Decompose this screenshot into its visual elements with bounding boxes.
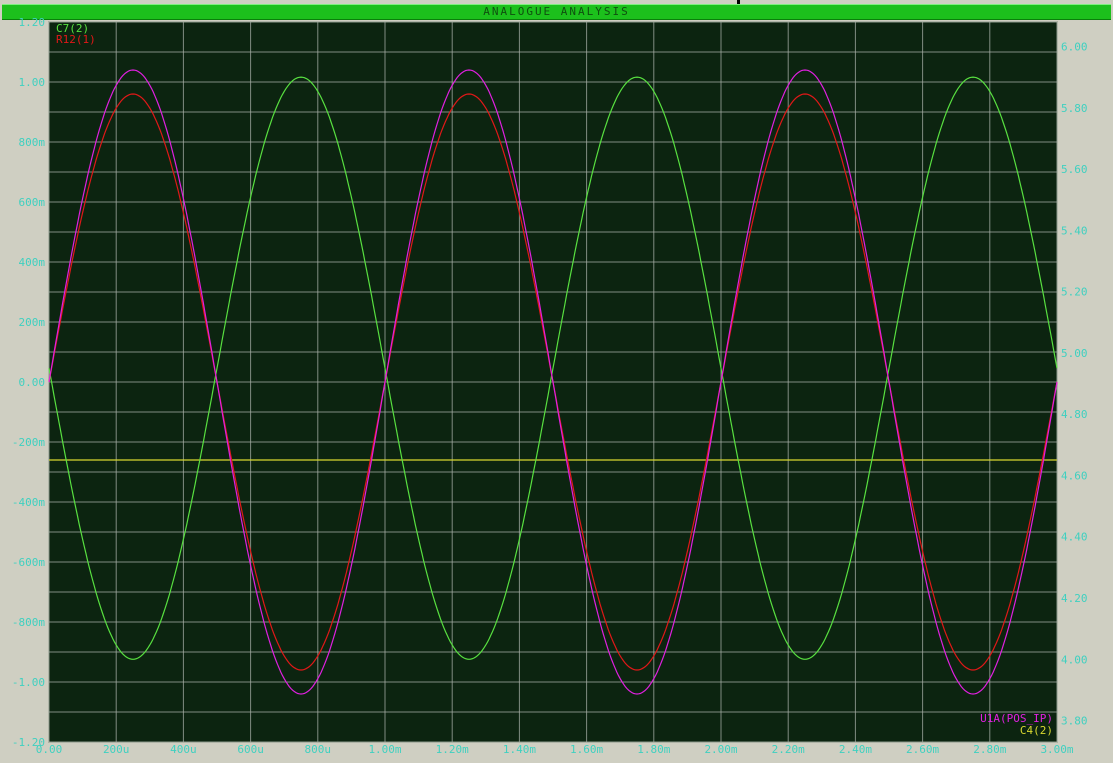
y-right-tick-label: 4.00 [1061, 653, 1088, 666]
x-tick-label: 600u [237, 743, 264, 756]
y-right-tick-label: 5.20 [1061, 286, 1088, 299]
y-left-tick-label: -800m [12, 616, 45, 629]
x-tick-label: 2.20m [772, 743, 805, 756]
y-right-tick-label: 5.80 [1061, 102, 1088, 115]
y-right-tick-label: 4.40 [1061, 531, 1088, 544]
y-right-tick-label: 4.60 [1061, 469, 1088, 482]
y-left-tick-label: -400m [12, 496, 45, 509]
x-tick-label: 1.20m [436, 743, 469, 756]
x-tick-label: 1.80m [637, 743, 670, 756]
x-tick-label: 3.00m [1040, 743, 1073, 756]
x-tick-label: 1.40m [503, 743, 536, 756]
x-tick-label: 2.00m [704, 743, 737, 756]
y-right-tick-label: 3.80 [1061, 715, 1088, 728]
y-left-axis-labels: 1.20 1.00 800m 600m 400m 200m 0.00 -200m -400m -6… [12, 16, 45, 749]
legend-label: C4(2) [1020, 724, 1053, 737]
y-left-tick-label: 1.00 [19, 76, 46, 89]
x-axis-labels: 0.00 200u 400u 600u 800u 1.00m 1.20m 1.40m 1.60m… [36, 743, 1074, 756]
x-tick-label: 800u [305, 743, 332, 756]
y-left-tick-label: 0.00 [19, 376, 46, 389]
y-right-tick-label: 6.00 [1061, 41, 1088, 54]
x-tick-label: 400u [170, 743, 197, 756]
x-tick-label: 1.60m [570, 743, 603, 756]
analogue-graph[interactable]: 0.00 200u 400u 600u 800u 1.00m 1.20m 1.40m 1.60m… [0, 0, 1113, 763]
y-left-tick-label: -600m [12, 556, 45, 569]
y-left-tick-label: 200m [19, 316, 46, 329]
x-tick-label: 1.00m [368, 743, 401, 756]
y-right-tick-label: 5.00 [1061, 347, 1088, 360]
x-tick-label: 2.80m [973, 743, 1006, 756]
y-left-tick-label: -1.00 [12, 676, 45, 689]
y-left-tick-label: 1.20 [19, 16, 46, 29]
x-tick-label: 2.60m [906, 743, 939, 756]
y-right-axis-labels: 6.00 5.80 5.60 5.40 5.20 5.00 4.80 4.60 4.40 4.20… [1061, 41, 1088, 728]
y-right-tick-label: 5.60 [1061, 163, 1088, 176]
y-left-tick-label: 800m [19, 136, 46, 149]
y-left-tick-label: 600m [19, 196, 46, 209]
y-left-tick-label: 400m [19, 256, 46, 269]
y-right-tick-label: 5.40 [1061, 224, 1088, 237]
y-left-tick-label: -1.20 [12, 736, 45, 749]
legend-label: R12(1) [56, 33, 96, 46]
y-left-tick-label: -200m [12, 436, 45, 449]
y-right-tick-label: 4.20 [1061, 592, 1088, 605]
x-tick-label: 2.40m [839, 743, 872, 756]
x-tick-label: 200u [103, 743, 130, 756]
y-right-tick-label: 4.80 [1061, 408, 1088, 421]
